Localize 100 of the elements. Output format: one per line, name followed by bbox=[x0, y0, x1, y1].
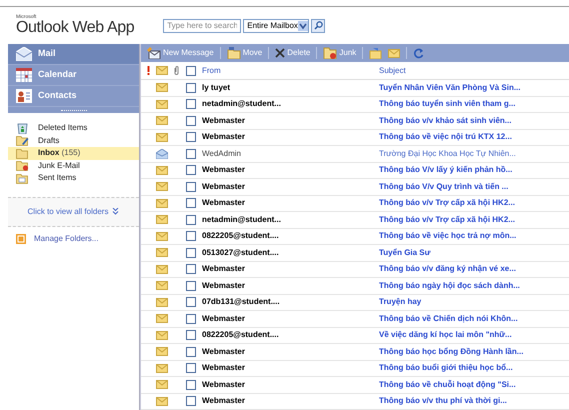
folder-item[interactable]: Drafts bbox=[8, 134, 139, 147]
search-field[interactable]: Type here to search bbox=[163, 18, 242, 32]
subject-text: Thông báo về chuỗi hoạt động "Si... bbox=[379, 378, 516, 391]
message-row[interactable]: netadmin@student... Thông báo v/v Trợ cấp xã hội HK2... bbox=[141, 212, 569, 228]
subject-text: Thông báo v/v thu phí và thời gi... bbox=[379, 395, 507, 408]
envelope-icon bbox=[156, 380, 168, 390]
contact-card-icon bbox=[16, 89, 32, 103]
envelope-icon bbox=[156, 347, 168, 356]
message-row[interactable]: Webmaster Thông báo ngày hội đọc sách dành... bbox=[141, 278, 569, 294]
row-checkbox[interactable] bbox=[186, 330, 196, 340]
sender-text: Webmaster bbox=[201, 312, 246, 325]
folder-item[interactable]: Inbox (155) bbox=[8, 147, 139, 160]
subject-text: Thông báo học bổng Đồng Hành lần... bbox=[379, 346, 524, 358]
recycle-bin-icon bbox=[17, 122, 28, 134]
message-row[interactable]: Webmaster Thông báo v/v thu phí và thời gi... bbox=[141, 394, 569, 410]
row-checkbox[interactable] bbox=[186, 396, 196, 406]
sender-text: 07db131@student.... bbox=[201, 296, 281, 308]
envelope-icon bbox=[156, 182, 168, 192]
message-row[interactable]: Webmaster Thông báo về việc nội trú KTX 12... bbox=[141, 130, 569, 146]
row-checkbox[interactable] bbox=[186, 380, 196, 390]
search-button[interactable] bbox=[311, 18, 326, 32]
manage-folders-icon bbox=[16, 234, 26, 244]
refresh-icon[interactable] bbox=[413, 48, 424, 58]
envelope-icon bbox=[16, 47, 32, 61]
from-column-header[interactable]: From bbox=[199, 64, 379, 76]
subject-text: Thông báo v/v Trợ cấp xã hội HK2... bbox=[379, 197, 515, 210]
subject-column-header[interactable]: Subject bbox=[379, 64, 406, 76]
folder-item[interactable]: Deleted Items bbox=[8, 122, 139, 134]
row-checkbox[interactable] bbox=[186, 116, 196, 126]
row-checkbox[interactable] bbox=[186, 314, 196, 324]
row-checkbox[interactable] bbox=[186, 280, 196, 291]
envelope-icon bbox=[156, 132, 168, 142]
message-row[interactable]: netadmin@student... Thông báo tuyển sinh viên tham g... bbox=[141, 96, 569, 113]
subject-text: Thông báo V/v Quy trình và tiến ... bbox=[379, 180, 508, 193]
subject-text: Thông báo buổi giới thiệu học bổ... bbox=[379, 362, 513, 374]
sender-text: netadmin@student... bbox=[201, 214, 282, 226]
subject-text: Về việc dăng kí học lai môn "nhữ... bbox=[379, 329, 512, 342]
scope-dropdown[interactable]: Entire Mailbox bbox=[243, 18, 310, 32]
sender-text: Webmaster bbox=[201, 164, 246, 176]
new-message-icon bbox=[147, 47, 161, 59]
message-row[interactable]: 0513027@student.... Tuyển Gia Sư bbox=[141, 245, 569, 262]
message-row[interactable]: Webmaster Thông báo v/v khảo sát sinh viên... bbox=[141, 113, 569, 130]
row-checkbox[interactable] bbox=[186, 231, 196, 242]
subject-text: Thông báo về việc học trả nợ môn... bbox=[379, 230, 516, 242]
message-row[interactable]: Webmaster Thông báo v/v đăng ký nhận vé xe... bbox=[141, 262, 569, 278]
message-row[interactable]: WedAdmin Trường Đại Học Khoa Học Tự Nhiên... bbox=[141, 146, 569, 162]
row-checkbox[interactable] bbox=[186, 363, 196, 374]
resize-grip[interactable] bbox=[8, 107, 139, 113]
row-checkbox[interactable] bbox=[186, 264, 196, 274]
message-row[interactable]: Webmaster Thông báo V/v lấy ý kiến phản hồ... bbox=[141, 162, 569, 179]
row-checkbox[interactable] bbox=[186, 346, 196, 357]
subject-text: Thông báo v/v Trợ cấp xã hội HK2... bbox=[379, 214, 515, 226]
message-row[interactable]: 0822205@student.... Về việc dăng kí học lai môn "nhữ... bbox=[141, 328, 569, 344]
message-row[interactable]: Webmaster Thông báo v/v Trợ cấp xã hội HK2... bbox=[141, 196, 569, 212]
folder-item[interactable]: Junk E-Mail bbox=[8, 160, 139, 172]
sender-text: Webmaster bbox=[201, 263, 246, 276]
envelope-icon bbox=[156, 198, 168, 208]
double-chevron-icon bbox=[112, 208, 120, 215]
row-checkbox[interactable] bbox=[186, 248, 196, 258]
sender-text: Webmaster bbox=[201, 114, 246, 127]
caret-icon bbox=[298, 20, 308, 30]
delete-icon bbox=[275, 48, 286, 58]
subject-text: Thông báo ngày hội đọc sách dành... bbox=[379, 280, 520, 292]
nav-tab[interactable]: Mail bbox=[8, 44, 139, 65]
message-row[interactable]: 07db131@student.... Truyện hay bbox=[141, 294, 569, 311]
manage-folders-link[interactable]: Manage Folders... bbox=[34, 232, 98, 244]
search-icon bbox=[314, 21, 323, 30]
message-row[interactable]: Webmaster Thông báo buổi giới thiệu học bổ... bbox=[141, 360, 569, 377]
row-checkbox[interactable] bbox=[186, 182, 196, 192]
subject-text: Tuyển Gia Sư bbox=[379, 246, 430, 259]
message-row[interactable]: 0822205@student.... Thông báo về việc học trả nợ môn... bbox=[141, 228, 569, 245]
message-row[interactable]: Webmaster Thông báo V/v Quy trình và tiến ... bbox=[141, 179, 569, 196]
subject-text: Tuyển Nhân Viên Văn Phòng Và Sin... bbox=[379, 82, 521, 94]
message-row[interactable]: ly tuyet Tuyển Nhân Viên Văn Phòng Và Sin... bbox=[141, 80, 569, 96]
envelope-icon bbox=[156, 100, 168, 109]
row-checkbox[interactable] bbox=[186, 165, 196, 176]
row-checkbox[interactable] bbox=[186, 132, 196, 142]
row-checkbox[interactable] bbox=[186, 214, 196, 225]
select-all-checkbox[interactable] bbox=[186, 66, 196, 76]
row-checkbox[interactable] bbox=[186, 297, 196, 308]
envelope-icon bbox=[156, 314, 168, 324]
envelope-icon bbox=[156, 248, 168, 258]
sender-text: ly tuyet bbox=[201, 82, 232, 94]
message-row[interactable]: Webmaster Thông báo học bổng Đồng Hành lần... bbox=[141, 344, 569, 360]
row-checkbox[interactable] bbox=[186, 198, 196, 208]
subject-text: Trường Đại Học Khoa Học Tự Nhiên... bbox=[379, 148, 516, 160]
message-row[interactable]: Webmaster Thông báo về chuỗi hoạt động "Si... bbox=[141, 377, 569, 394]
move-folder-icon bbox=[226, 47, 241, 59]
folder-blocked-icon bbox=[323, 47, 338, 59]
row-checkbox[interactable] bbox=[186, 148, 196, 159]
folder-item[interactable]: Sent Items bbox=[8, 172, 139, 184]
paperclip-icon bbox=[174, 66, 178, 75]
subject-text: Thông báo về việc nội trú KTX 12... bbox=[379, 131, 512, 144]
envelope-icon bbox=[156, 396, 168, 406]
row-checkbox[interactable] bbox=[186, 99, 196, 110]
row-checkbox[interactable] bbox=[186, 82, 196, 93]
folder-blocked-icon bbox=[16, 160, 29, 172]
sender-text: Webmaster bbox=[201, 197, 246, 210]
message-row[interactable]: Webmaster Thông báo về Chiến dịch nói Khôn... bbox=[141, 311, 569, 328]
envelope-icon bbox=[156, 264, 168, 274]
